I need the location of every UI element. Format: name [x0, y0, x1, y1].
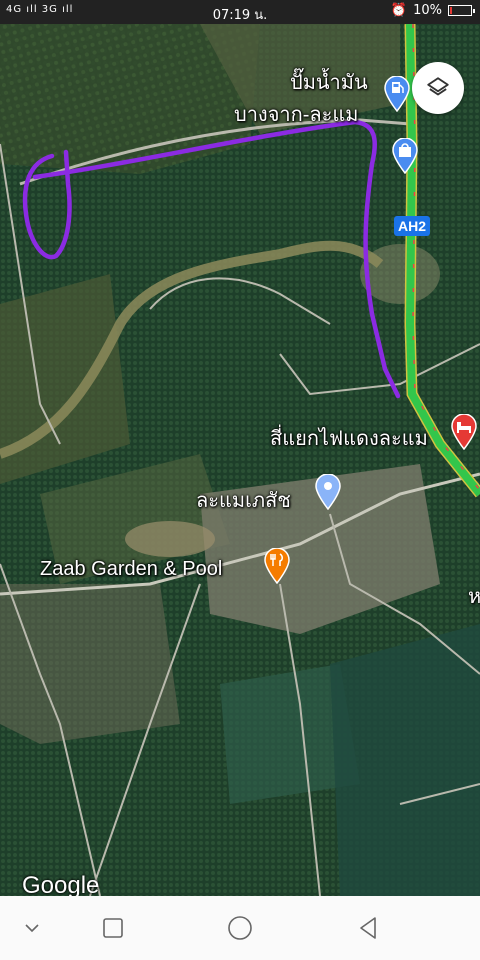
- bed-icon: [451, 413, 477, 451]
- circle-icon: [228, 916, 252, 940]
- map-view[interactable]: ปั๊มน้ำมัน บางจาก-ละแม AH2 สี่แยกไฟแดงละ…: [0, 24, 480, 896]
- chevron-down-icon: [25, 924, 39, 933]
- restaurant-label[interactable]: Zaab Garden & Pool: [40, 558, 222, 581]
- pharmacy-pin[interactable]: [314, 473, 342, 514]
- google-attribution: Google: [22, 872, 100, 896]
- nav-collapse-button[interactable]: [12, 910, 52, 946]
- nav-back-button[interactable]: [348, 910, 388, 946]
- triangle-back-icon: [360, 917, 376, 939]
- gas-station-pin[interactable]: [383, 75, 411, 116]
- pharmacy-label[interactable]: ละแมเภสัช: [196, 484, 291, 516]
- square-icon: [103, 918, 123, 938]
- battery-icon: [448, 5, 475, 16]
- offscreen-label: ห: [468, 586, 480, 608]
- gas-station-label-line2[interactable]: บางจาก-ละแม: [234, 98, 358, 130]
- layers-icon: [427, 77, 449, 96]
- status-right: ⏰ 10%: [390, 3, 475, 18]
- alarm-icon: ⏰: [390, 3, 408, 18]
- restaurant-pin[interactable]: [263, 547, 291, 588]
- fork-knife-icon: [264, 547, 290, 585]
- status-bar: 4G ıll 3G ıll 07:19 น. ⏰ 10%: [0, 0, 480, 24]
- road-shield-ah2[interactable]: AH2: [394, 216, 431, 236]
- gas-station-label-line1[interactable]: ปั๊มน้ำมัน: [290, 66, 368, 98]
- pin-icon: [315, 473, 341, 511]
- nav-recents-button[interactable]: [93, 910, 133, 946]
- nav-home-button[interactable]: [220, 910, 260, 946]
- shopping-bag-icon: [392, 137, 418, 175]
- battery-percent: 10%: [413, 3, 442, 18]
- shopping-pin[interactable]: [391, 137, 419, 178]
- intersection-label[interactable]: สี่แยกไฟแดงละแม: [270, 422, 428, 454]
- hotel-pin[interactable]: [450, 413, 478, 454]
- navigation-bar: [0, 896, 480, 960]
- layers-button[interactable]: [412, 62, 464, 114]
- gas-pump-icon: [384, 75, 410, 113]
